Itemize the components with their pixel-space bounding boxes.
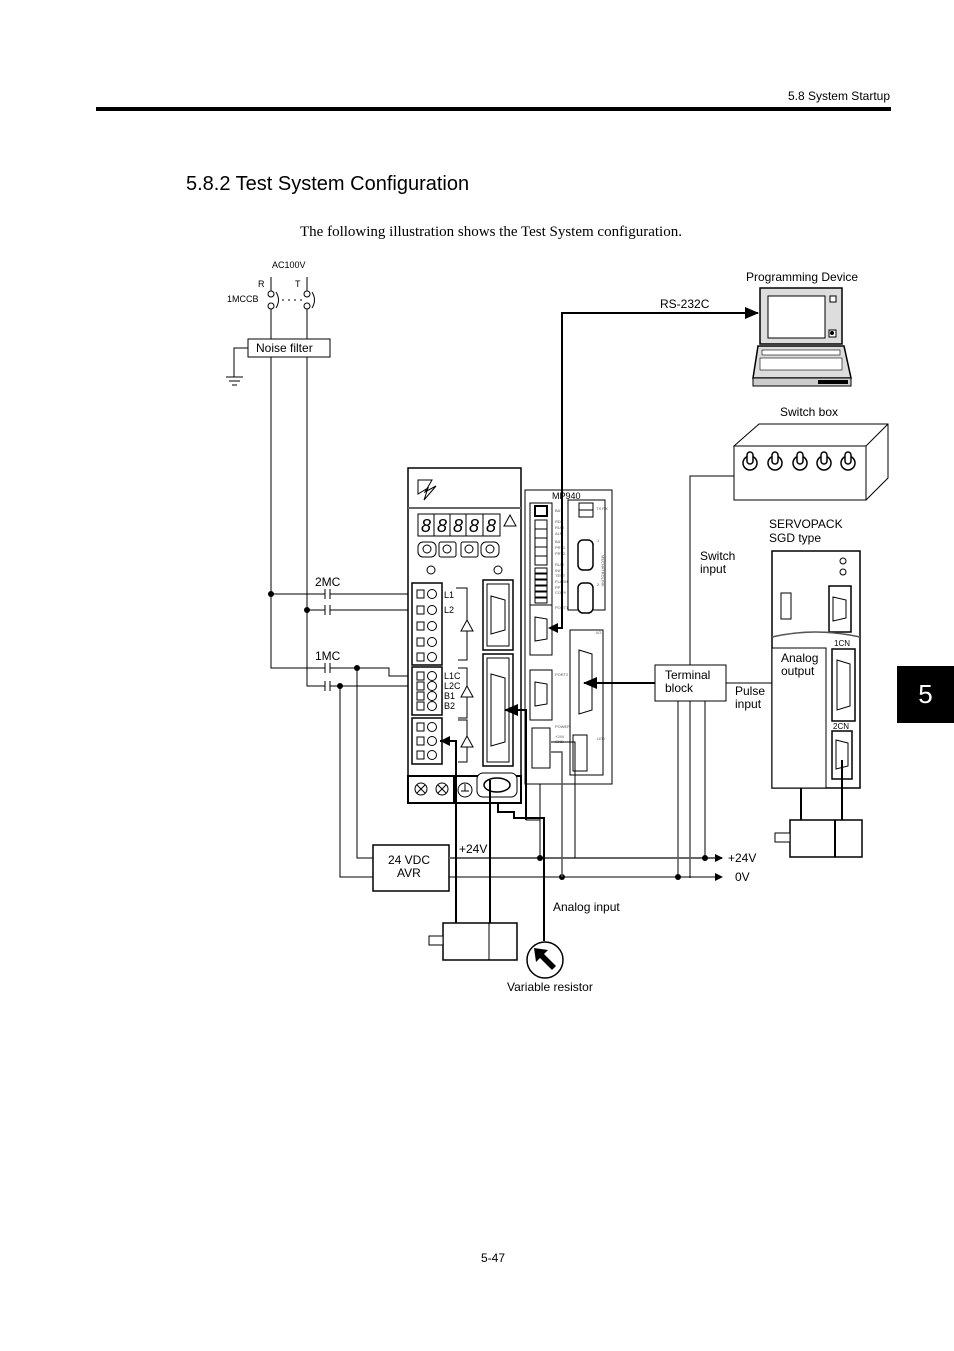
terminal-block-label-1: Terminal: [665, 668, 710, 682]
svg-text:POWER: POWER: [555, 724, 570, 729]
analog-output-label-1: Analog: [781, 651, 818, 665]
phase-t-label: T: [295, 279, 301, 289]
variable-resistor-label: Variable resistor: [507, 980, 593, 994]
analog-input-label: Analog input: [553, 900, 620, 914]
svg-text:TX RX: TX RX: [596, 506, 608, 511]
analog-output-label-2: output: [781, 664, 815, 678]
seven-segment-display: 8 8 8 8 8: [417, 513, 501, 537]
ac-power-input: AC100V R T 1MCCB Noise filter: [226, 260, 331, 686]
system-configuration-diagram: AC100V R T 1MCCB Noise filter 2MC 1MC 8 …: [226, 260, 889, 994]
svg-text:8: 8: [453, 516, 463, 536]
ground-terminal-icon: [457, 782, 473, 798]
cn2-label: 2CN: [833, 722, 849, 731]
servopack-sgd: SERVOPACK SGD type 1CN 2CN Analog output: [769, 517, 861, 789]
svg-text:PRT2: PRT2: [555, 551, 566, 556]
svg-text:PORT2: PORT2: [555, 672, 569, 677]
mechatrolink-port-1: [577, 539, 594, 571]
programming-device-label: Programming Device: [746, 270, 858, 284]
contactors: 2MC 1MC: [268, 575, 416, 878]
dip-switches[interactable]: [534, 567, 548, 604]
switch-box: Switch box: [733, 405, 889, 501]
rail-0v-label: 0V: [735, 870, 750, 884]
terminal-l1-label: L1: [444, 590, 454, 600]
svg-text:8: 8: [469, 516, 479, 536]
mechatrolink-port-2: [577, 582, 594, 614]
switch-box-label: Switch box: [780, 405, 838, 419]
rail-plus24v-label: +24V: [728, 851, 756, 865]
contactor-1mc-label: 1MC: [315, 649, 341, 663]
ac100v-label: AC100V: [272, 260, 306, 270]
terminal-b2-label: B2: [444, 701, 455, 711]
analog-input-cable: [497, 803, 545, 941]
servopack-main-unit: 8 8 8 8 8 L1 L2 L1C L2C B1 B2: [407, 467, 522, 804]
pulse-input-label-1: Pulse: [735, 684, 765, 698]
svg-text:PRT1: PRT1: [555, 545, 566, 550]
pulse-input-label-2: input: [735, 697, 762, 711]
mp940-controller: MP940 BAT RDY RUN ALM BAT PRT1 PRT2 RUN …: [524, 489, 613, 785]
servopack-sgd-title-2: SGD type: [769, 531, 821, 545]
svg-text:I/O: I/O: [596, 630, 601, 635]
programming-device-laptop-icon: Programming Device: [746, 270, 858, 387]
power-connector: [531, 727, 551, 769]
terminal-l1c-label: L1C: [444, 671, 461, 681]
status-leds: [534, 519, 548, 566]
svg-text:8: 8: [421, 516, 431, 536]
breaker-contact-icon: [267, 290, 275, 298]
svg-text:TEST: TEST: [555, 573, 566, 578]
chapter-tab[interactable]: 5: [897, 666, 954, 723]
contactor-2mc-label: 2MC: [315, 575, 341, 589]
terminal-b1-label: B1: [444, 691, 455, 701]
avr-label-1: 24 VDC: [388, 853, 430, 867]
variable-resistor-icon: [526, 941, 564, 979]
ground-icon: [226, 376, 243, 386]
terminal-l2c-label: L2C: [444, 681, 461, 691]
servopack-sgd-title-1: SERVOPACK: [769, 517, 843, 531]
terminal-l2-label: L2: [444, 605, 454, 615]
terminal-block-label-2: block: [665, 681, 694, 695]
svg-text:8: 8: [486, 516, 496, 536]
svg-text:LED: LED: [597, 736, 605, 741]
phase-r-label: R: [258, 279, 265, 289]
page-number: 5-47: [480, 1251, 506, 1265]
avr-label-2: AVR: [397, 866, 421, 880]
svg-text:COPY: COPY: [555, 590, 567, 595]
switch-input-label: Switch input: [700, 549, 735, 576]
svg-text:MECHATROLINK: MECHATROLINK: [601, 555, 606, 587]
cn1-label: 1CN: [834, 639, 850, 648]
servomotor-left-icon: [428, 922, 518, 961]
rs232c-label: RS-232C: [660, 297, 710, 311]
avr-plus24v-label: +24V: [459, 842, 487, 856]
svg-text:8: 8: [437, 516, 447, 536]
noise-filter-label: Noise filter: [256, 341, 313, 355]
breaker-label: 1MCCB: [227, 294, 259, 304]
